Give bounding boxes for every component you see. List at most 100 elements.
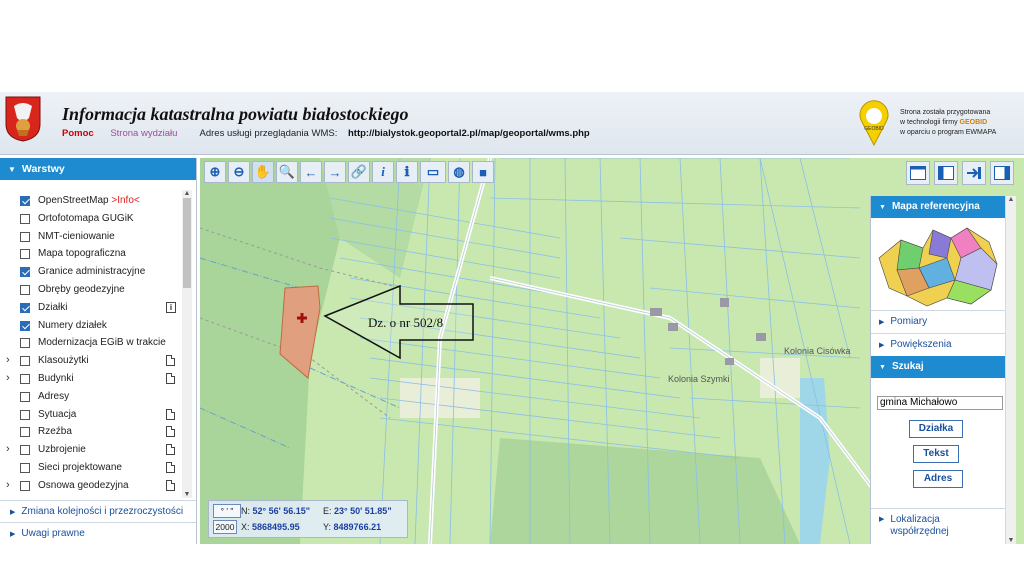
layer-checkbox[interactable] xyxy=(20,480,30,491)
layer-checkbox[interactable] xyxy=(20,427,30,438)
layer-checkbox[interactable] xyxy=(20,338,30,349)
legend-doc-icon[interactable] xyxy=(166,426,175,438)
layer-checkbox[interactable] xyxy=(20,213,30,224)
layers-panel: ▼ Warstwy OpenStreetMap >Info< Ortofotomap… xyxy=(0,158,197,544)
legend-doc-icon[interactable] xyxy=(166,444,175,456)
legend-doc-icon[interactable] xyxy=(166,355,175,367)
layer-label: Osnowa geodezyjna xyxy=(38,479,129,491)
text-search-button[interactable]: Tekst xyxy=(913,445,959,463)
layer-item[interactable]: Sytuacja xyxy=(0,406,180,424)
layer-checkbox[interactable] xyxy=(20,356,30,367)
pan-hand-icon[interactable]: ✋ xyxy=(252,161,274,183)
zoom-section[interactable]: ▶ Powiększenia xyxy=(871,333,1005,356)
search-input[interactable] xyxy=(877,396,1003,410)
export-icon[interactable] xyxy=(962,161,986,185)
globe-icon[interactable]: ◍ xyxy=(448,161,470,183)
link-icon[interactable]: 🔗 xyxy=(348,161,370,183)
zoom-label: Powiększenia xyxy=(890,339,952,350)
e-value: 23° 50' 51.85" xyxy=(334,506,392,516)
layer-checkbox[interactable] xyxy=(20,249,30,260)
legend-doc-icon[interactable] xyxy=(166,408,175,420)
layers-panel-header[interactable]: ▼ Warstwy xyxy=(0,158,196,180)
info-document-icon[interactable]: ℹ xyxy=(396,161,418,183)
layer-item[interactable]: Działki i xyxy=(0,299,180,317)
right-panel-scrollbar[interactable]: ▲ ▼ xyxy=(1006,196,1016,544)
layer-checkbox[interactable] xyxy=(20,409,30,420)
layout-full-icon[interactable] xyxy=(906,161,930,185)
layer-item[interactable]: Mapa topograficzna xyxy=(0,245,180,263)
expand-chevron-icon[interactable]: › xyxy=(6,370,10,388)
legend-doc-icon[interactable] xyxy=(166,461,175,473)
locate-coordinate-section[interactable]: ▶ Lokalizacja współrzędnej xyxy=(871,508,1005,542)
address-search-button[interactable]: Adres xyxy=(913,470,963,488)
layer-label: Sieci projektowane xyxy=(38,461,122,473)
layer-item[interactable]: Obręby geodezyjne xyxy=(0,281,180,299)
help-link[interactable]: Pomoc xyxy=(62,128,94,139)
layer-item[interactable]: Sieci projektowane xyxy=(0,459,180,477)
info-doc-icon[interactable]: i xyxy=(166,301,176,313)
order-transparency-section[interactable]: ▶ Zmiana kolejności i przezroczystości xyxy=(0,500,196,522)
layout-split-icon[interactable] xyxy=(934,161,958,185)
expand-chevron-icon[interactable]: › xyxy=(6,441,10,459)
forward-arrow-icon[interactable]: → xyxy=(324,161,346,183)
info-icon[interactable]: i xyxy=(372,161,394,183)
layer-checkbox[interactable] xyxy=(20,462,30,473)
measure-ruler-icon[interactable]: ▭ xyxy=(420,161,446,183)
layer-checkbox[interactable] xyxy=(20,231,30,242)
legend-doc-icon[interactable] xyxy=(166,372,175,384)
scroll-down-icon[interactable]: ▼ xyxy=(1006,537,1016,544)
layer-info-link[interactable]: >Info< xyxy=(111,195,139,206)
epsg-button[interactable]: 2000 xyxy=(213,520,237,534)
layer-item[interactable]: Ortofotomapa GUGiK xyxy=(0,210,180,228)
department-link[interactable]: Strona wydziału xyxy=(110,128,177,139)
layer-item[interactable]: Granice administracyjne xyxy=(0,263,180,281)
layer-checkbox[interactable] xyxy=(20,373,30,384)
layer-checkbox[interactable] xyxy=(20,284,30,295)
layers-scrollbar[interactable]: ▲ ▼ xyxy=(182,190,192,498)
scroll-up-icon[interactable]: ▲ xyxy=(182,190,192,197)
coord-format-button[interactable]: ° ' " xyxy=(213,504,241,518)
reference-map-image[interactable] xyxy=(871,218,1005,310)
layer-item[interactable]: Adresy xyxy=(0,388,180,406)
back-arrow-icon[interactable]: ← xyxy=(300,161,322,183)
wms-url: http://bialystok.geoportal2.pl/map/geopo… xyxy=(347,128,590,139)
scroll-thumb[interactable] xyxy=(183,198,191,288)
layer-item[interactable]: OpenStreetMap >Info< xyxy=(0,192,180,210)
county-crest-icon xyxy=(5,96,41,142)
measurements-section[interactable]: ▶ Pomiary xyxy=(871,310,1005,333)
layer-item[interactable]: › Klasoużytki xyxy=(0,352,180,370)
legend-doc-icon[interactable] xyxy=(166,479,175,491)
legal-notes-section[interactable]: ▶ Uwagi prawne xyxy=(0,522,196,544)
layer-checkbox[interactable] xyxy=(20,391,30,402)
zoom-out-icon[interactable]: ⊖ xyxy=(228,161,250,183)
layer-item[interactable]: › Osnowa geodezyjna xyxy=(0,477,180,495)
layer-checkbox[interactable] xyxy=(20,302,30,313)
layer-item[interactable]: Rzeźba xyxy=(0,423,180,441)
layer-item[interactable]: Modernizacja EGiB w trakcie xyxy=(0,334,180,352)
scroll-up-icon[interactable]: ▲ xyxy=(1006,196,1016,203)
toggle-right-panel-icon[interactable] xyxy=(990,161,1014,185)
geobid-logo-text: GEOBID xyxy=(864,126,884,132)
video-camera-icon[interactable]: ■ xyxy=(472,161,494,183)
bottom-blank-area xyxy=(0,544,1024,576)
layer-item[interactable]: NMT-cieniowanie xyxy=(0,228,180,246)
parcel-search-button[interactable]: Działka xyxy=(909,420,963,438)
reference-map-header[interactable]: ▼ Mapa referencyjna xyxy=(871,196,1005,218)
zoom-in-icon[interactable]: ⊕ xyxy=(204,161,226,183)
collapse-triangle-icon: ▼ xyxy=(879,204,886,211)
layer-label: Ortofotomapa GUGiK xyxy=(38,212,134,224)
layer-checkbox[interactable] xyxy=(20,267,30,278)
zoom-box-icon[interactable]: 🔍 xyxy=(276,161,298,183)
scroll-down-icon[interactable]: ▼ xyxy=(182,491,192,498)
layer-item[interactable]: › Budynki xyxy=(0,370,180,388)
expand-chevron-icon[interactable]: › xyxy=(6,352,10,370)
layer-item[interactable]: › Uzbrojenie xyxy=(0,441,180,459)
layer-checkbox[interactable] xyxy=(20,320,30,331)
search-header[interactable]: ▼ Szukaj xyxy=(871,356,1005,378)
expand-chevron-icon[interactable]: › xyxy=(6,477,10,495)
wms-label: Adres usługi przeglądania WMS: xyxy=(199,128,338,139)
layer-checkbox[interactable] xyxy=(20,445,30,456)
layer-checkbox[interactable] xyxy=(20,196,30,206)
layer-item[interactable]: Numery działek xyxy=(0,317,180,335)
n-label: N: xyxy=(241,506,250,516)
